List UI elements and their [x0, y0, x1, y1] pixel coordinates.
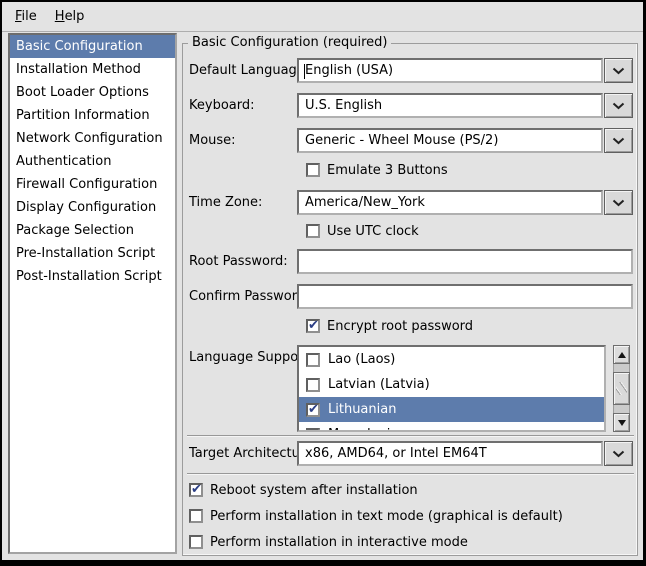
arrow-up-icon	[618, 352, 626, 358]
time-zone-dropdown-button[interactable]	[604, 190, 633, 215]
checkbox-box[interactable]	[306, 378, 320, 392]
sidebar-item-installation-method[interactable]: Installation Method	[10, 58, 175, 81]
root-password-label: Root Password:	[189, 249, 288, 274]
scroll-up-button[interactable]	[613, 345, 630, 364]
time-zone-label: Time Zone:	[189, 190, 262, 215]
encrypt-root-password-checkbox[interactable]: Encrypt root password	[306, 318, 473, 334]
chevron-down-icon	[612, 137, 625, 145]
chevron-down-icon	[612, 199, 625, 207]
combo-text: x86, AMD64, or Intel EM64T	[305, 446, 487, 461]
chevron-down-icon	[612, 67, 625, 75]
default-language-combo[interactable]: English (USA)	[297, 58, 633, 83]
sidebar-item-pre-installation-script[interactable]: Pre-Installation Script	[10, 242, 175, 265]
checkbox-box[interactable]	[189, 509, 203, 523]
kickstart-configurator-window: File Help Basic Configuration Installati…	[0, 0, 646, 566]
language-option-label: Lithuanian	[328, 402, 396, 417]
chevron-down-icon	[612, 450, 625, 458]
checkbox-label: Emulate 3 Buttons	[327, 163, 448, 178]
default-language-value[interactable]: English (USA)	[297, 58, 603, 83]
language-list-viewport[interactable]: Lao (Laos) Latvian (Latvia) Lithuanian M…	[297, 345, 606, 432]
reboot-after-installation-checkbox[interactable]: Reboot system after installation	[189, 482, 418, 498]
sidebar-item-firewall-configuration[interactable]: Firewall Configuration	[10, 173, 175, 196]
checkbox-box[interactable]	[306, 163, 320, 177]
default-language-dropdown-button[interactable]	[604, 58, 633, 83]
language-option-macedonian[interactable]: Macedonian	[299, 422, 604, 432]
time-zone-combo[interactable]: America/New_York	[297, 190, 633, 215]
checkbox-label: Reboot system after installation	[210, 483, 418, 498]
section-list: Basic Configuration Installation Method …	[8, 33, 177, 554]
language-support-list: Lao (Laos) Latvian (Latvia) Lithuanian M…	[297, 345, 633, 432]
menu-file[interactable]: File	[6, 5, 46, 28]
keyboard-label: Keyboard:	[189, 93, 255, 118]
interactive-mode-checkbox[interactable]: Perform installation in interactive mode	[189, 534, 468, 550]
language-option-label: Macedonian	[328, 427, 407, 432]
scroll-down-button[interactable]	[613, 413, 630, 432]
sidebar-item-package-selection[interactable]: Package Selection	[10, 219, 175, 242]
confirm-password-label: Confirm Password:	[189, 284, 309, 309]
combo-text: Generic - Wheel Mouse (PS/2)	[305, 133, 498, 148]
menu-help[interactable]: Help	[46, 5, 94, 28]
use-utc-clock-checkbox[interactable]: Use UTC clock	[306, 223, 419, 239]
sidebar-item-display-configuration[interactable]: Display Configuration	[10, 196, 175, 219]
menubar: File Help	[2, 2, 643, 32]
language-option-latvian[interactable]: Latvian (Latvia)	[299, 372, 604, 397]
sidebar-item-partition-information[interactable]: Partition Information	[10, 104, 175, 127]
checkbox-box[interactable]	[306, 353, 320, 367]
mouse-label: Mouse:	[189, 128, 236, 153]
arrow-down-icon	[618, 420, 626, 426]
checkbox-label: Use UTC clock	[327, 224, 419, 239]
checkbox-box[interactable]	[189, 535, 203, 549]
combo-text: America/New_York	[305, 195, 425, 210]
sidebar-item-network-configuration[interactable]: Network Configuration	[10, 127, 175, 150]
panel-title: Basic Configuration (required)	[188, 35, 391, 50]
language-option-label: Latvian (Latvia)	[328, 377, 430, 392]
mouse-combo[interactable]: Generic - Wheel Mouse (PS/2)	[297, 128, 633, 153]
separator	[187, 435, 634, 437]
language-support-label: Language Support:	[189, 345, 313, 370]
text-caret-icon	[304, 64, 305, 79]
checkbox-box[interactable]	[189, 483, 203, 497]
language-option-label: Lao (Laos)	[328, 352, 395, 367]
target-architecture-value[interactable]: x86, AMD64, or Intel EM64T	[297, 441, 603, 466]
checkbox-box[interactable]	[306, 224, 320, 238]
scrollbar-track[interactable]	[613, 364, 630, 413]
mouse-value[interactable]: Generic - Wheel Mouse (PS/2)	[297, 128, 603, 153]
checkbox-box[interactable]	[306, 403, 320, 417]
checkbox-label: Perform installation in interactive mode	[210, 535, 468, 550]
chevron-down-icon	[612, 102, 625, 110]
text-mode-checkbox[interactable]: Perform installation in text mode (graph…	[189, 508, 563, 524]
root-password-input[interactable]	[297, 249, 633, 274]
combo-text: English (USA)	[305, 63, 393, 78]
sidebar-item-boot-loader-options[interactable]: Boot Loader Options	[10, 81, 175, 104]
checkbox-label: Encrypt root password	[327, 319, 473, 334]
keyboard-value[interactable]: U.S. English	[297, 93, 603, 118]
sidebar-item-basic-configuration[interactable]: Basic Configuration	[10, 35, 175, 58]
basic-configuration-panel: Basic Configuration (required) Default L…	[182, 43, 638, 556]
language-option-lao[interactable]: Lao (Laos)	[299, 347, 604, 372]
combo-text: U.S. English	[305, 98, 382, 113]
separator	[187, 473, 634, 475]
mouse-dropdown-button[interactable]	[604, 128, 633, 153]
scrollbar-thumb[interactable]	[613, 372, 630, 405]
language-list-scrollbar[interactable]	[613, 345, 630, 432]
keyboard-combo[interactable]: U.S. English	[297, 93, 633, 118]
sidebar-item-post-installation-script[interactable]: Post-Installation Script	[10, 265, 175, 288]
checkbox-label: Perform installation in text mode (graph…	[210, 509, 563, 524]
default-language-label: Default Language:	[189, 58, 309, 83]
time-zone-value[interactable]: America/New_York	[297, 190, 603, 215]
target-architecture-dropdown-button[interactable]	[604, 441, 633, 466]
checkbox-box[interactable]	[306, 319, 320, 333]
target-architecture-combo[interactable]: x86, AMD64, or Intel EM64T	[297, 441, 633, 466]
keyboard-dropdown-button[interactable]	[604, 93, 633, 118]
language-option-lithuanian[interactable]: Lithuanian	[299, 397, 604, 422]
checkbox-box[interactable]	[306, 428, 320, 433]
sidebar-item-authentication[interactable]: Authentication	[10, 150, 175, 173]
confirm-password-input[interactable]	[297, 284, 633, 309]
emulate-3-buttons-checkbox[interactable]: Emulate 3 Buttons	[306, 162, 448, 178]
